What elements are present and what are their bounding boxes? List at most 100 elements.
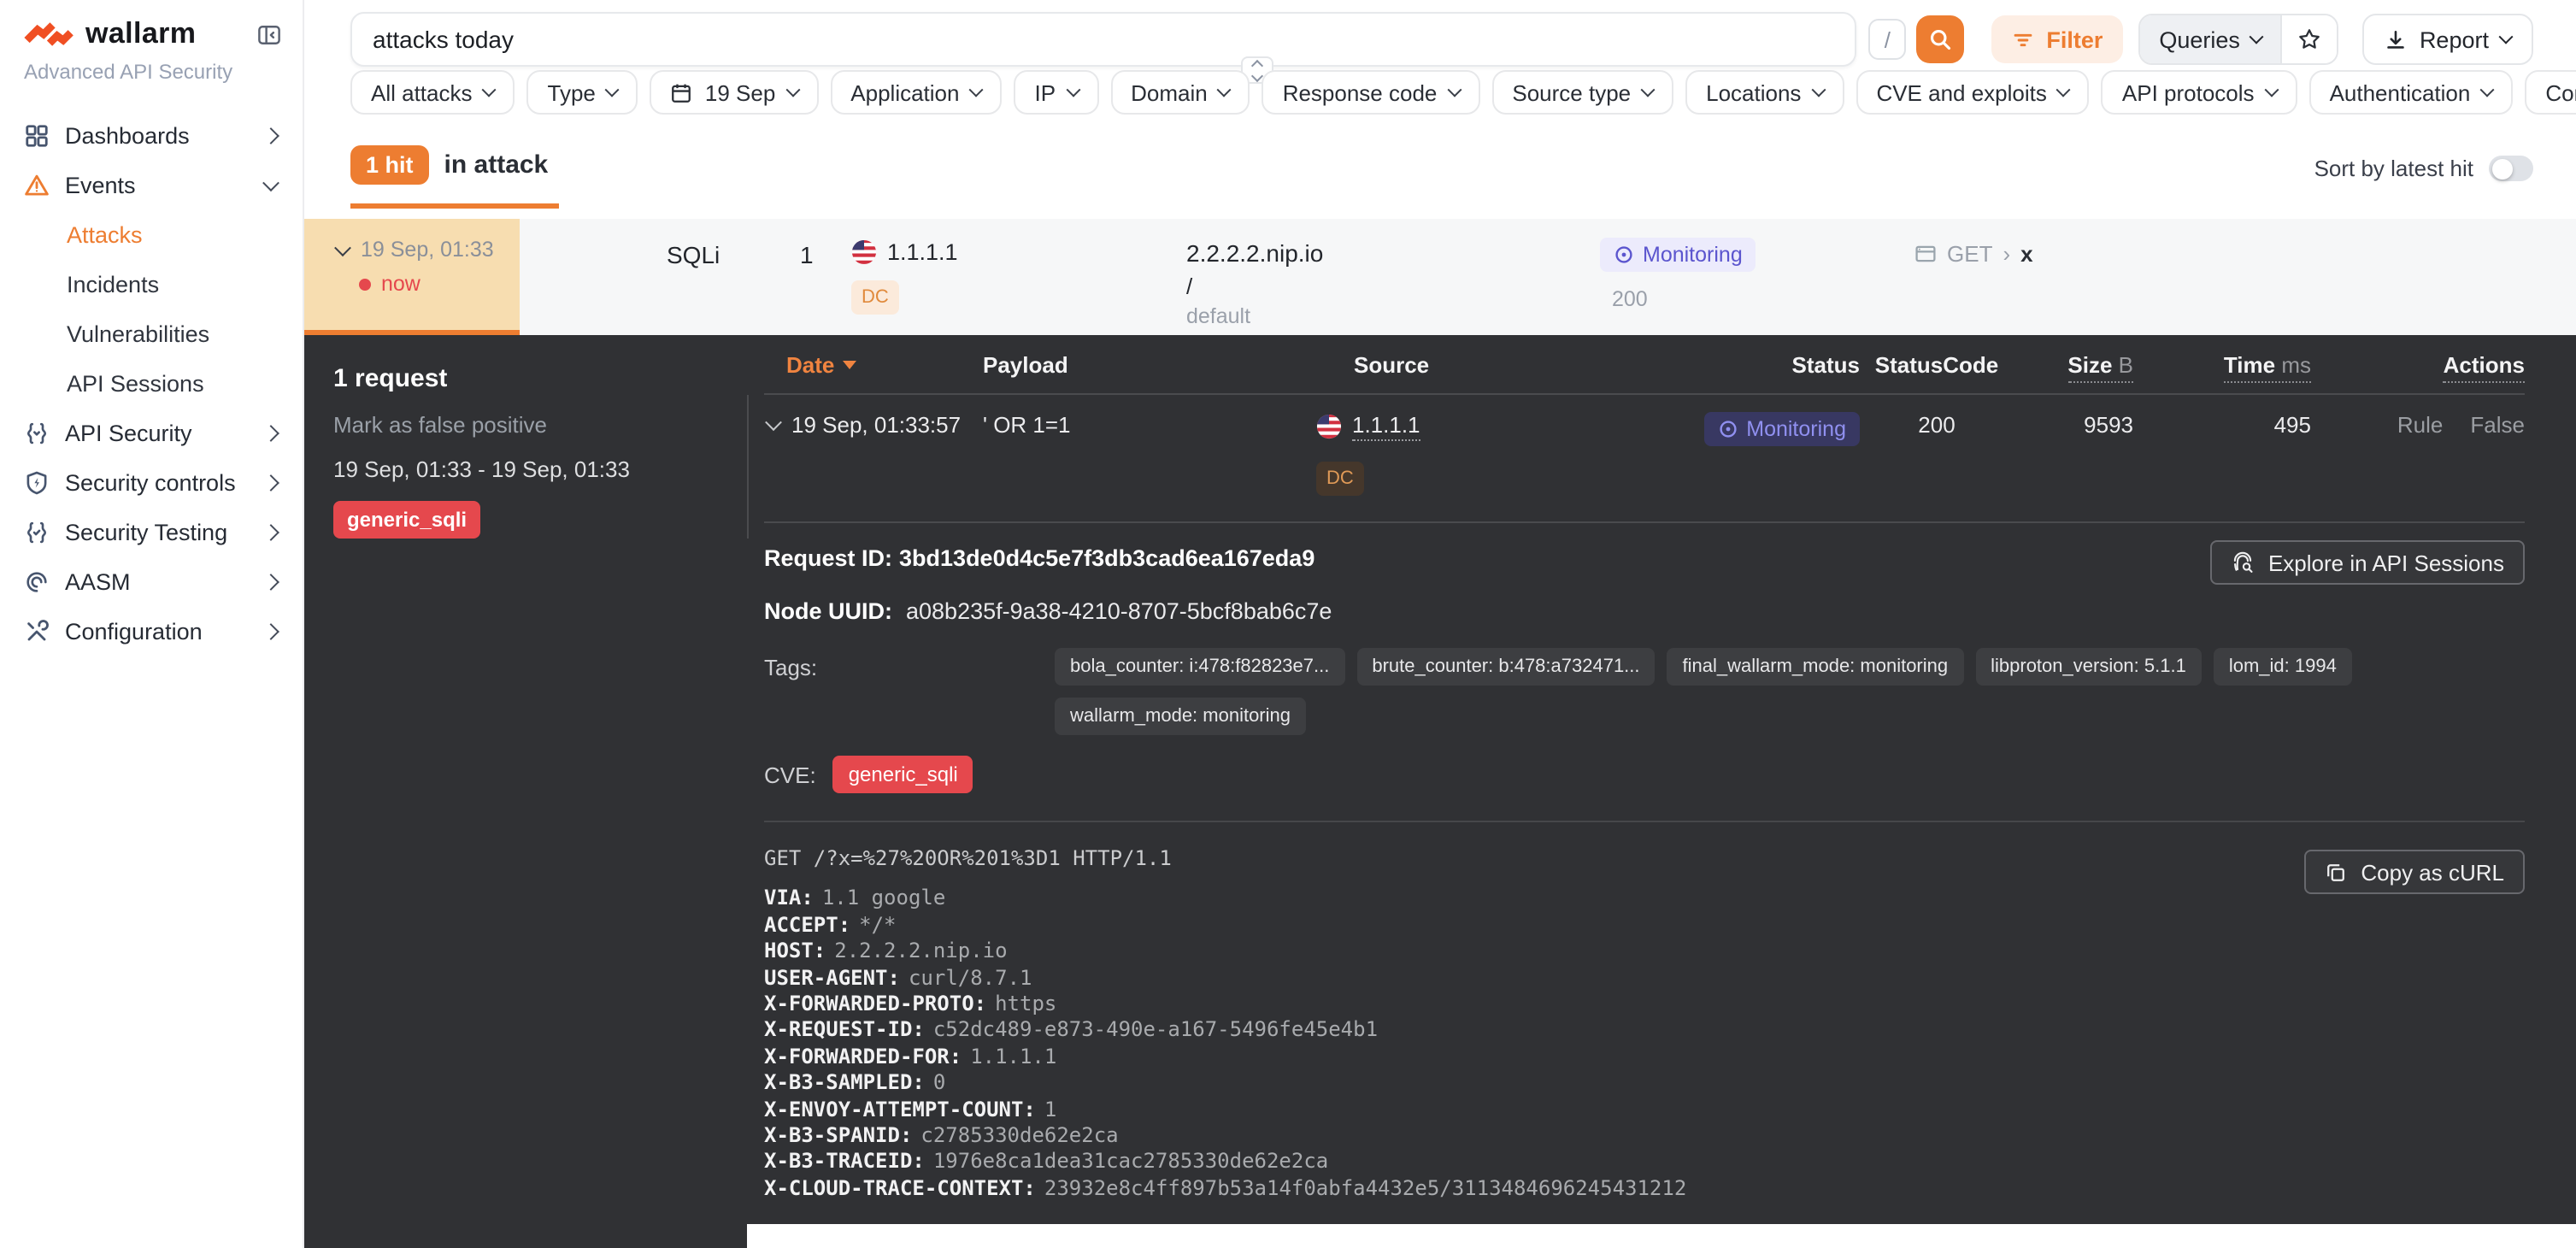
- sidebar-item-attacks[interactable]: Attacks: [24, 210, 282, 260]
- attack-recency: now: [381, 272, 421, 296]
- bottom-strip: [747, 1224, 2576, 1248]
- chip-type[interactable]: Type: [527, 70, 638, 115]
- http-request-line: GET /?x=%27%20OR%201%3D1 HTTP/1.1: [764, 846, 2525, 873]
- chip-compare-to[interactable]: Compare to...: [2525, 70, 2576, 115]
- eye-icon: [1717, 419, 1738, 439]
- chip-application[interactable]: Application: [830, 70, 1002, 115]
- chip-authentication[interactable]: Authentication: [2309, 70, 2514, 115]
- request-source-ip[interactable]: 1.1.1.1: [1352, 412, 1420, 441]
- rule-action[interactable]: Rule: [2397, 412, 2444, 438]
- tags-row: Tags: bola_counter: i:478:f82823e7... br…: [764, 648, 2525, 735]
- column-header-source: Source: [1308, 352, 1726, 378]
- attack-detail-panel: 1 request Mark as false positive 19 Sep,…: [304, 335, 2576, 1248]
- detail-content-column: Date Payload Source Status StatusCode Si…: [747, 335, 2576, 1248]
- explore-api-sessions-button[interactable]: Explore in API Sessions: [2210, 540, 2525, 585]
- hits-count-badge: 1 hit: [350, 145, 429, 185]
- search-icon: [1928, 27, 1952, 51]
- sidebar-item-events[interactable]: Events: [24, 161, 282, 210]
- false-action[interactable]: False: [2470, 412, 2525, 438]
- search-input[interactable]: [350, 12, 1856, 67]
- attack-method: GET: [1947, 241, 1992, 267]
- sidebar-item-aasm[interactable]: AASM: [24, 557, 282, 607]
- report-button[interactable]: Report: [2363, 14, 2533, 65]
- logo-row: wallarm: [24, 17, 282, 51]
- chevron-right-icon: [262, 524, 279, 541]
- vertical-divider: [747, 395, 749, 539]
- chevron-right-icon: [262, 474, 279, 492]
- column-header-date[interactable]: Date: [764, 352, 983, 378]
- chip-api-protocols[interactable]: API protocols: [2102, 70, 2297, 115]
- request-status-code: 200: [1860, 412, 2014, 438]
- warning-triangle-icon: [24, 173, 50, 198]
- sidebar-collapse-icon[interactable]: [256, 21, 282, 47]
- datacenter-badge: DC: [1316, 462, 1364, 496]
- mark-false-positive-action[interactable]: Mark as false positive: [333, 412, 747, 438]
- star-icon: [2298, 27, 2322, 51]
- attack-application: default: [1186, 304, 1576, 328]
- chip-all-attacks[interactable]: All attacks: [350, 70, 515, 115]
- favorite-star-button[interactable]: [2281, 15, 2338, 63]
- tag-badge: libproton_version: 5.1.1: [1975, 648, 2202, 686]
- sidebar-item-api-security[interactable]: API Security: [24, 409, 282, 458]
- attack-row[interactable]: 19 Sep, 01:33 now SQLi 1 1.1.1.1 DC 2.2.…: [304, 219, 2576, 335]
- topbar: / Filter Queries Report: [304, 0, 2576, 68]
- node-uuid-row: Node UUID:a08b235f-9a38-4210-8707-5bcf8b…: [764, 598, 2525, 624]
- grid-icon: [24, 123, 50, 149]
- chevron-down-icon: [2499, 30, 2514, 44]
- copy-as-curl-button[interactable]: Copy as cURL: [2304, 850, 2525, 894]
- sort-control: Sort by latest hit: [2314, 156, 2533, 181]
- sidebar-nav: Dashboards Events Attacks Incidents Vuln…: [24, 111, 282, 656]
- wallarm-logo-icon: [24, 21, 75, 48]
- attack-status-cell: Monitoring 200: [1600, 219, 1880, 335]
- chip-source-type[interactable]: Source type: [1491, 70, 1673, 115]
- attack-time-range: 19 Sep, 01:33 - 19 Sep, 01:33: [333, 456, 747, 482]
- http-request-block: Copy as cURL GET /?x=%27%20OR%201%3D1 HT…: [764, 846, 2525, 1203]
- tags-label: Tags:: [764, 648, 1055, 735]
- keyboard-shortcut-hint: /: [1868, 19, 1906, 60]
- monitoring-badge: Monitoring: [1703, 412, 1860, 446]
- sidebar-item-security-testing[interactable]: Security Testing: [24, 508, 282, 557]
- search-button[interactable]: [1916, 15, 1964, 63]
- attack-path: /: [1186, 274, 1576, 299]
- request-table-row[interactable]: 19 Sep, 01:33:57 ' OR 1=1 1.1.1.1 DC: [764, 395, 2525, 523]
- tag-badge: final_wallarm_mode: monitoring: [1667, 648, 1964, 686]
- attack-source-ip[interactable]: 1.1.1.1: [887, 239, 958, 265]
- fingerprint-search-icon: [2231, 550, 2255, 574]
- sidebar-item-vulnerabilities[interactable]: Vulnerabilities: [24, 309, 282, 359]
- copy-icon: [2325, 861, 2347, 883]
- row-expand-chevron[interactable]: [765, 414, 782, 431]
- attack-date-cell[interactable]: 19 Sep, 01:33 now: [304, 219, 520, 335]
- queries-dropdown[interactable]: Queries: [2140, 15, 2281, 63]
- filter-chip-row: All attacks Type 19 Sep Application IP D…: [350, 70, 2559, 115]
- attack-domain-cell: 2.2.2.2.nip.io / default: [1186, 219, 1576, 335]
- chip-locations[interactable]: Locations: [1685, 70, 1844, 115]
- detail-summary-column: 1 request Mark as false positive 19 Sep,…: [304, 335, 747, 1248]
- chip-response-code[interactable]: Response code: [1262, 70, 1480, 115]
- sidebar-item-api-sessions[interactable]: API Sessions: [24, 359, 282, 409]
- chip-date[interactable]: 19 Sep: [650, 70, 818, 115]
- tag-badge: bola_counter: i:478:f82823e7...: [1055, 648, 1344, 686]
- tags-list: bola_counter: i:478:f82823e7... brute_co…: [1055, 648, 2422, 735]
- column-header-status: Status: [1726, 352, 1860, 378]
- tag-badge: lom_id: 1994: [2214, 648, 2352, 686]
- sidebar-item-security-controls[interactable]: Security controls: [24, 458, 282, 508]
- chip-ip[interactable]: IP: [1015, 70, 1099, 115]
- chevron-down-icon: [262, 174, 279, 191]
- chip-cve-exploits[interactable]: CVE and exploits: [1856, 70, 2089, 115]
- sidebar-item-dashboards[interactable]: Dashboards: [24, 111, 282, 161]
- hits-context-label: in attack: [444, 150, 549, 180]
- column-header-size: Size B: [2014, 352, 2133, 378]
- sort-toggle[interactable]: [2489, 156, 2533, 181]
- request-details: Explore in API Sessions Request ID:3bd13…: [747, 523, 2576, 1203]
- attack-hit-count: 1: [800, 219, 820, 335]
- chevron-right-icon: [262, 425, 279, 442]
- tag-badge: wallarm_mode: monitoring: [1055, 698, 1306, 735]
- chevron-right-icon: [262, 623, 279, 640]
- sidebar-item-incidents[interactable]: Incidents: [24, 260, 282, 309]
- tab-hits-in-attack[interactable]: 1 hit in attack: [350, 145, 558, 209]
- datacenter-badge: DC: [851, 280, 899, 315]
- sidebar-item-configuration[interactable]: Configuration: [24, 607, 282, 656]
- request-id-value: 3bd13de0d4c5e7f3db3cad6ea167eda9: [899, 545, 1314, 571]
- filter-button[interactable]: Filter: [1991, 15, 2123, 63]
- chip-domain[interactable]: Domain: [1110, 70, 1250, 115]
